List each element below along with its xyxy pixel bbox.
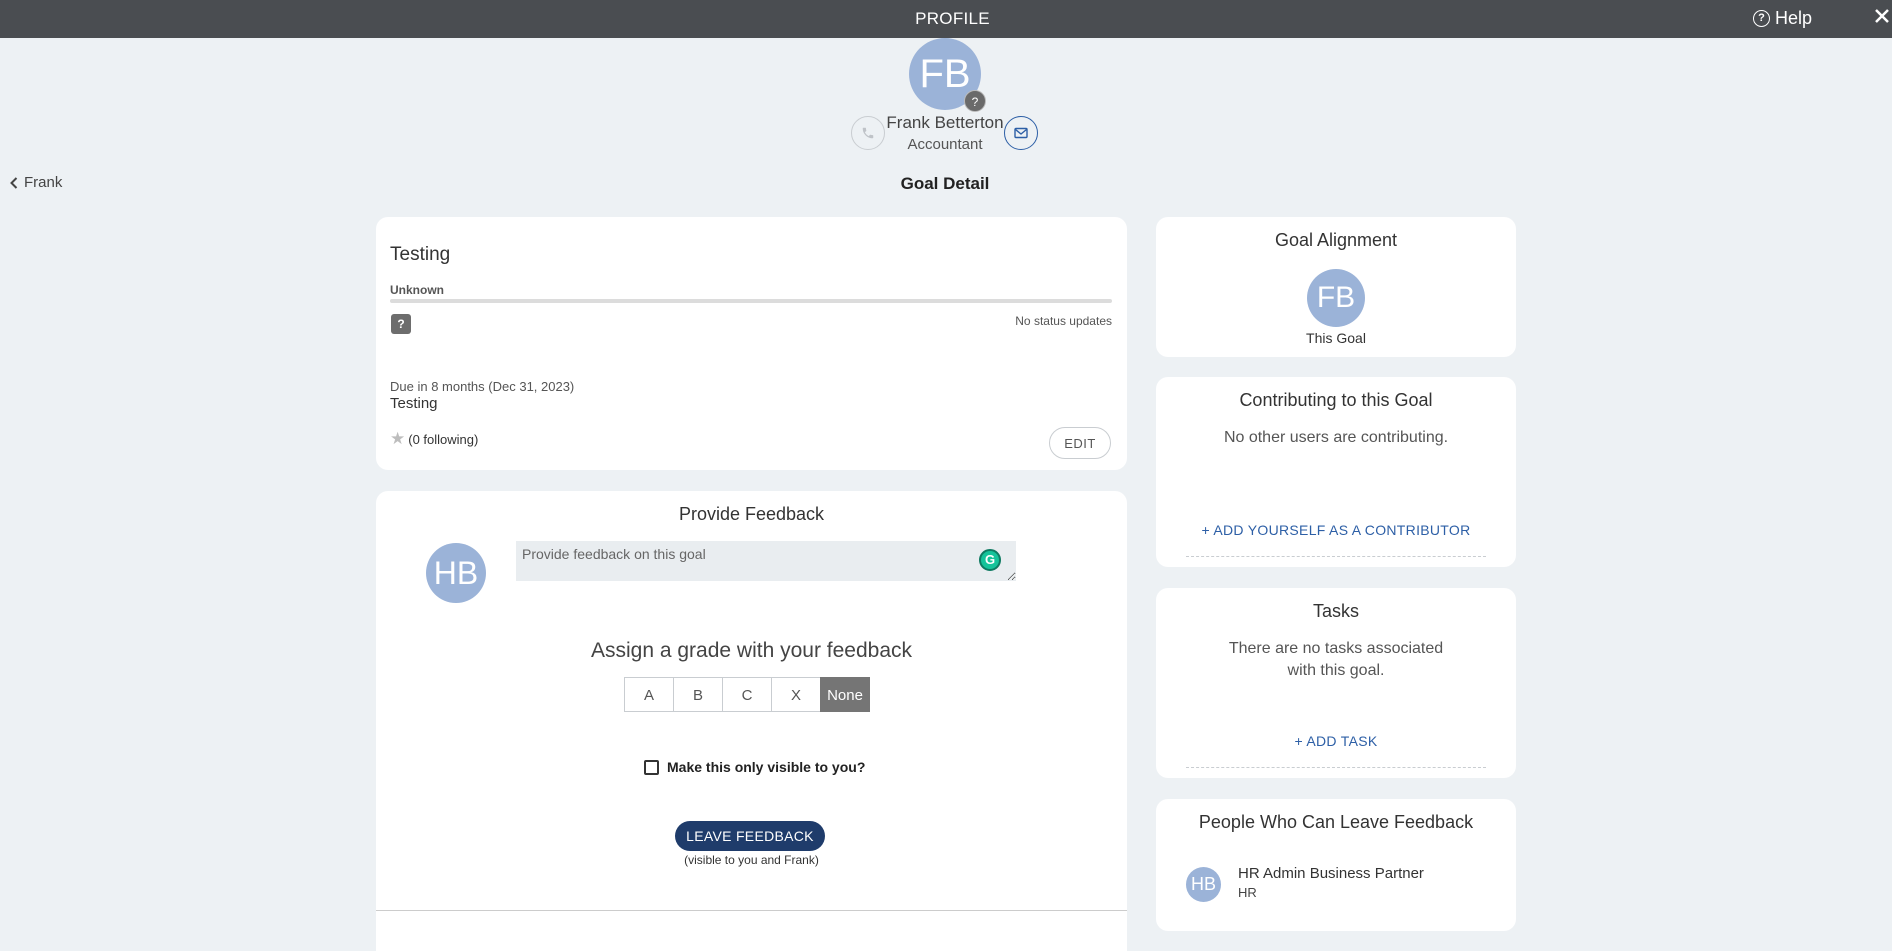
tasks-card: Tasks There are no tasks associated with… xyxy=(1156,588,1516,778)
grade-selector: A B C X None xyxy=(624,677,870,712)
email-button[interactable] xyxy=(1004,116,1038,150)
feedback-title: Provide Feedback xyxy=(678,504,825,524)
goal-description: Testing xyxy=(390,395,438,412)
grade-button-b[interactable]: B xyxy=(673,677,723,712)
divider xyxy=(376,910,1127,911)
close-icon[interactable] xyxy=(1872,4,1892,37)
add-task-link[interactable]: + ADD TASK xyxy=(1156,733,1516,749)
feedback-card: Provide Feedback HB G Assign a grade wit… xyxy=(376,491,1127,951)
visibility-note: (visible to you and Frank) xyxy=(684,853,819,867)
dashed-divider xyxy=(1186,767,1486,768)
follow-goal-button[interactable]: ★ (0 following) xyxy=(390,429,478,449)
status-help-icon[interactable]: ? xyxy=(391,314,411,334)
back-link-label: Frank xyxy=(24,174,63,191)
goal-card: Testing Unknown ? No status updates Due … xyxy=(376,217,1127,470)
private-option: Make this only visible to you? xyxy=(644,759,865,775)
goal-alignment-card: Goal Alignment FB This Goal xyxy=(1156,217,1516,357)
person-role: HR xyxy=(1238,885,1257,900)
grammarly-icon[interactable]: G xyxy=(979,549,1001,571)
current-user-avatar: HB xyxy=(426,543,486,603)
profile-status-badge: ? xyxy=(964,90,986,112)
goal-due-date: Due in 8 months (Dec 31, 2023) xyxy=(390,379,575,394)
people-card: People Who Can Leave Feedback HB HR Admi… xyxy=(1156,799,1516,931)
goal-status: Unknown xyxy=(390,283,444,297)
contributing-empty-text: No other users are contributing. xyxy=(1223,429,1449,446)
goal-title: Testing xyxy=(390,244,451,265)
help-icon: ? xyxy=(1752,10,1770,27)
add-contributor-link[interactable]: + ADD YOURSELF AS A CONTRIBUTOR xyxy=(1156,522,1516,538)
people-title: People Who Can Leave Feedback xyxy=(1198,812,1474,832)
grade-button-c[interactable]: C xyxy=(722,677,772,712)
leave-feedback-button[interactable]: LEAVE FEEDBACK xyxy=(675,821,825,851)
page-title: Goal Detail xyxy=(900,174,990,193)
edit-button[interactable]: EDIT xyxy=(1049,427,1111,459)
contributing-card: Contributing to this Goal No other users… xyxy=(1156,377,1516,567)
top-bar-title: PROFILE xyxy=(915,9,990,28)
private-checkbox[interactable] xyxy=(644,759,659,775)
mail-icon xyxy=(1014,127,1028,139)
dashed-divider xyxy=(1186,556,1486,557)
grade-button-none[interactable]: None xyxy=(820,677,870,712)
grade-button-a[interactable]: A xyxy=(624,677,674,712)
feedback-input[interactable] xyxy=(516,541,1016,581)
tasks-empty-text: There are no tasks associated with this … xyxy=(1228,640,1444,679)
contributing-title: Contributing to this Goal xyxy=(1239,390,1433,410)
chevron-left-icon xyxy=(10,176,18,189)
top-bar: PROFILE ? Help xyxy=(0,0,1892,38)
goal-alignment-title: Goal Alignment xyxy=(1274,230,1398,250)
back-link[interactable]: Frank xyxy=(10,174,62,191)
star-icon: ★ xyxy=(390,429,406,448)
help-label: Help xyxy=(1774,8,1812,28)
status-updates-text: No status updates xyxy=(1015,314,1112,328)
grade-button-x[interactable]: X xyxy=(771,677,821,712)
person-name[interactable]: HR Admin Business Partner xyxy=(1238,865,1424,882)
alignment-avatar[interactable]: FB xyxy=(1307,269,1365,327)
alignment-label: This Goal xyxy=(1306,330,1366,346)
following-count: (0 following) xyxy=(408,431,479,447)
grade-title: Assign a grade with your feedback xyxy=(590,639,913,662)
goal-progress-bar xyxy=(390,299,1112,303)
help-link[interactable]: ? Help xyxy=(1752,8,1812,29)
tasks-title: Tasks xyxy=(1312,601,1359,621)
person-avatar: HB xyxy=(1186,867,1221,902)
private-label: Make this only visible to you? xyxy=(667,759,866,775)
